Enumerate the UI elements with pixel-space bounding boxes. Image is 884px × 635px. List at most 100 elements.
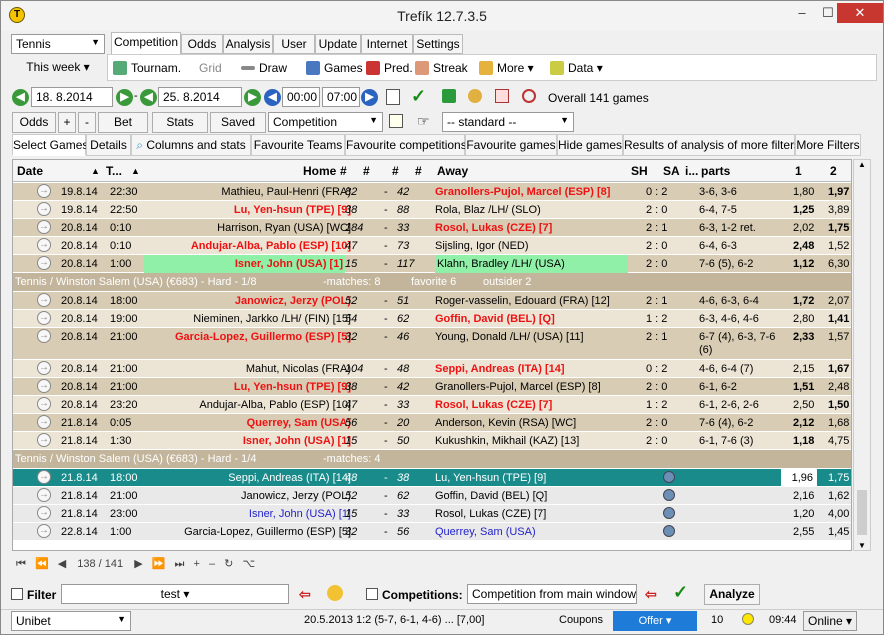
online-select[interactable]: Online ▾ [803,611,857,631]
go-arrow-icon[interactable]: → [37,293,51,307]
prev-date2-icon[interactable]: ◀ [140,89,157,106]
col-away[interactable]: Away [437,164,468,178]
table-row[interactable]: → 21.8.14 23:00 Isner, John (USA) [1] 15 -33 R… [13,505,851,523]
globe-icon[interactable] [663,489,675,504]
prev-date-icon[interactable]: ◀ [12,89,29,106]
tab-settings[interactable]: Settings [413,34,463,54]
table-row[interactable]: → 20.8.14 21:00 Mahut, Nicolas (FRA) 104 -48 S… [13,360,851,378]
minimize-icon[interactable]: – [789,3,815,23]
filter-icon[interactable]: ⌥ [242,558,255,570]
vertical-scrollbar[interactable]: ▲ ▼ [853,159,871,551]
grid-button[interactable]: Grid [199,59,222,77]
tab-select-games[interactable]: Select Games [12,134,88,156]
bookmaker-select[interactable]: Unibet ▼ [11,611,131,631]
go-arrow-icon[interactable]: → [37,238,51,252]
calendar-icon[interactable] [386,89,400,105]
tab-competition[interactable]: Competition [111,32,181,55]
close-icon[interactable]: ✕ [837,3,883,23]
refresh-icon[interactable]: ↻ [224,558,233,570]
offer-button[interactable]: Offer ▾ [613,611,697,631]
tab-internet[interactable]: Internet [361,34,413,54]
saved-button[interactable]: Saved [210,112,266,133]
col-home[interactable]: Home [303,164,336,178]
table-row[interactable]: → 20.8.14 21:00 Lu, Yen-hsun (TPE) [9] 38 -42… [13,378,851,396]
data-button[interactable]: Data ▾ [550,59,603,77]
report-icon[interactable] [495,89,509,103]
col-odds2[interactable]: 2 [830,164,837,178]
go-arrow-icon[interactable]: → [37,202,51,216]
analyze-button[interactable]: Analyze [704,584,760,605]
col-hash1[interactable]: # [340,164,347,178]
delete-record-icon[interactable]: – [209,558,215,570]
tournam-button[interactable]: Tournam. [113,59,181,77]
add-record-icon[interactable]: + [193,558,199,570]
competition-select[interactable]: Competition ▼ [268,112,383,132]
table-row[interactable]: → 20.8.14 18:00 Janowicz, Jerzy (POL) 52 -51 R… [13,292,851,310]
last-record-icon[interactable]: ⏭ [175,558,185,570]
go-arrow-icon[interactable]: → [37,220,51,234]
tab-hide-games[interactable]: Hide games [557,134,623,156]
more-button[interactable]: More ▾ [479,59,534,77]
tab-more-filters[interactable]: More Filters [795,134,861,156]
next-date2-icon[interactable]: ▶ [244,89,261,106]
table-row[interactable]: → 20.8.14 23:20 Andujar-Alba, Pablo (ESP) [… [13,396,851,414]
time-from-input[interactable]: 00:00 [282,87,320,107]
col-sa[interactable]: SA [663,164,680,178]
globe-icon[interactable] [663,471,675,486]
check-icon[interactable]: ✓ [673,582,688,603]
table-row[interactable]: → 20.8.14 21:00 Garcia-Lopez, Guillermo (ES… [13,328,851,360]
col-hash3[interactable]: # [392,164,399,178]
tab-update[interactable]: Update [315,34,361,54]
go-arrow-icon[interactable]: → [37,488,51,502]
filter-checkbox[interactable] [11,588,23,600]
col-i[interactable]: i... [685,164,698,178]
go-arrow-icon[interactable]: → [37,506,51,520]
table-row[interactable]: → 19.8.14 22:30 Mathieu, Paul-Henri (FRA) 82… [13,183,851,201]
tab-favourite-games[interactable]: Favourite games [465,134,557,156]
go-arrow-icon[interactable]: → [37,361,51,375]
export-icon[interactable] [389,114,403,128]
tab-results-analysis[interactable]: Results of analysis of more filters [623,134,800,156]
next-record-icon[interactable]: ▶ [134,558,142,570]
go-arrow-icon[interactable]: → [37,311,51,325]
games-button[interactable]: Games [306,59,363,77]
go-arrow-icon[interactable]: → [37,379,51,393]
time-to-input[interactable]: 07:00 [322,87,360,107]
time-prev-icon[interactable]: ◀ [264,89,281,106]
stats-button[interactable]: Stats [152,112,208,133]
table-row[interactable]: → 22.8.14 1:00 Garcia-Lopez, Guillermo (ESP… [13,523,851,541]
minus-button[interactable]: - [78,112,96,133]
arrow-left-icon[interactable]: ⇦ [645,586,657,603]
time-next-icon[interactable]: ▶ [361,89,378,106]
prev-record-icon[interactable]: ◀ [58,558,66,570]
coupons-link[interactable]: Coupons [559,614,603,626]
tab-details[interactable]: Details [86,134,131,156]
tab-favourite-teams[interactable]: Favourite Teams [251,134,345,156]
magnifier-icon[interactable] [522,89,536,103]
go-arrow-icon[interactable]: → [37,256,51,270]
arrow-left-icon[interactable]: ⇦ [299,586,311,603]
go-arrow-icon[interactable]: → [37,184,51,198]
table-row[interactable]: → 21.8.14 0:05 Querrey, Sam (USA) 56 -20 Ander… [13,414,851,432]
odds-button[interactable]: Odds [12,112,56,133]
go-arrow-icon[interactable]: → [37,470,51,484]
check-icon[interactable]: ✓ [411,86,426,107]
competitions-select[interactable]: Competition from main window ▾ [467,584,637,604]
table-row[interactable]: → 21.8.14 1:30 Isner, John (USA) [1] 15 -50 Ku… [13,432,851,450]
col-sh[interactable]: SH [631,164,648,178]
first-record-icon[interactable]: ⏮ [16,558,26,570]
go-arrow-icon[interactable]: → [37,329,51,343]
col-parts[interactable]: parts [701,164,730,178]
plus-button[interactable]: + [58,112,76,133]
period-select[interactable]: This week ▾ [11,58,105,79]
col-time[interactable]: T... [106,164,122,178]
next-page-icon[interactable]: ⏩ [152,558,166,570]
prev-page-icon[interactable]: ⏪ [35,558,49,570]
go-arrow-icon[interactable]: → [37,397,51,411]
draw-button[interactable]: Draw [241,59,287,77]
tab-favourite-competitions[interactable]: Favourite competitions [345,134,467,156]
pred-button[interactable]: Pred. [366,59,413,77]
col-odds1[interactable]: 1 [795,164,802,178]
tab-analysis[interactable]: Analysis [223,34,273,54]
tab-odds[interactable]: Odds [181,34,223,54]
